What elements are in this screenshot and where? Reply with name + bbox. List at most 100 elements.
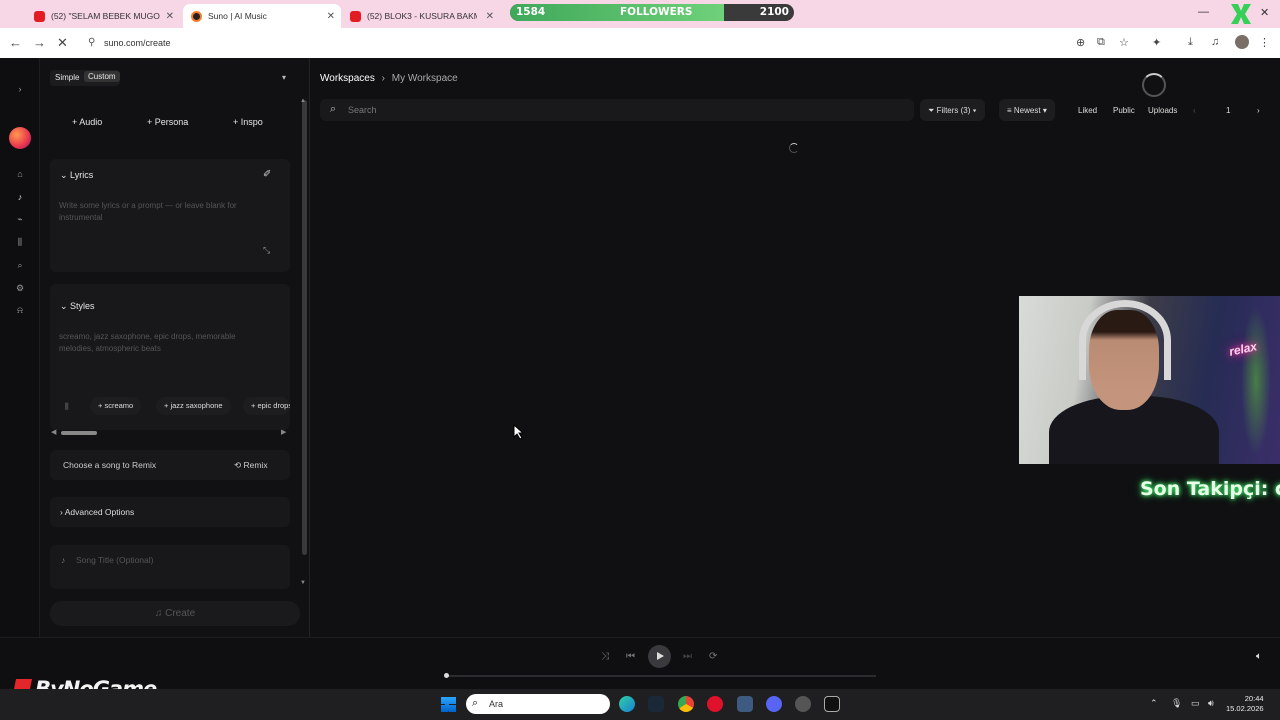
style-chip[interactable]: + screamo (90, 397, 142, 415)
user-avatar[interactable] (9, 127, 31, 149)
liked-filter[interactable]: Liked (1078, 106, 1097, 115)
shuffle-icon[interactable]: ⤨ (601, 651, 609, 662)
playback-progress[interactable] (444, 673, 876, 678)
scroll-up-icon[interactable]: ▲ (300, 98, 306, 104)
public-filter[interactable]: Public (1113, 106, 1135, 115)
app-icon[interactable] (795, 696, 811, 712)
mode-simple[interactable]: Simple (55, 73, 79, 82)
styles-input[interactable]: screamo, jazz saxophone, epic drops, mem… (59, 331, 271, 355)
bookmark-star-icon[interactable]: ☆ (1119, 36, 1129, 49)
capcut-icon[interactable] (824, 696, 840, 712)
chip-scrollbar[interactable] (61, 431, 97, 435)
minimize-icon[interactable]: — (1198, 6, 1209, 18)
back-icon[interactable]: ← (9, 35, 22, 50)
download-icon[interactable]: ⤓ (1188, 36, 1193, 49)
close-tab-icon[interactable]: ✕ (486, 11, 494, 22)
menu-icon[interactable]: ⋮ (1259, 36, 1270, 49)
taskbar-clock[interactable]: 20:44 15.02.2026 (1226, 694, 1264, 714)
steam-icon[interactable] (648, 696, 664, 712)
magic-wand-icon[interactable]: ✐ (263, 169, 271, 180)
scroll-down-icon[interactable]: ▼ (300, 580, 306, 586)
profile-avatar[interactable] (1235, 35, 1249, 49)
chevron-right-icon: › (381, 73, 385, 84)
notifications-icon[interactable]: ⍾ (14, 305, 26, 316)
scroll-left-icon[interactable]: ◀ (51, 428, 56, 436)
browser-tab[interactable]: (52) "SELAM BEBEK MUGO BEN ✕ (26, 4, 180, 28)
chrome-icon[interactable] (678, 696, 694, 712)
plus-icon: + (233, 117, 241, 127)
prev-page-icon[interactable]: ‹ (1193, 106, 1196, 115)
song-title-card: ♪ Song Title (Optional) (50, 545, 290, 589)
home-icon[interactable]: ⌂ (14, 169, 26, 179)
next-icon[interactable]: ⏭ (683, 651, 692, 662)
window-close-icon[interactable]: ✕ (1260, 6, 1269, 19)
breadcrumb-workspaces[interactable]: Workspaces (320, 73, 375, 84)
song-title-input[interactable]: Song Title (Optional) (76, 555, 153, 565)
repeat-icon[interactable]: ⟳ (709, 651, 717, 662)
expand-sidebar-icon[interactable]: › (14, 84, 26, 94)
remix-button[interactable]: ⟲ Remix (234, 460, 268, 471)
previous-icon[interactable]: ⏮ (626, 651, 635, 662)
app-icon[interactable] (737, 696, 753, 712)
network-icon[interactable]: ▭ (1191, 698, 1200, 709)
scroll-right-icon[interactable]: ▶ (281, 428, 286, 436)
uploads-filter[interactable]: Uploads (1148, 106, 1177, 115)
install-app-icon[interactable]: ⧉ (1097, 36, 1105, 49)
lyrics-input[interactable]: Write some lyrics or a prompt — or leave… (59, 200, 271, 224)
lyrics-toggle[interactable]: ⌄ Lyrics (60, 170, 93, 181)
zoom-icon[interactable]: ⊕ (1076, 36, 1085, 49)
suno-icon (191, 10, 202, 22)
advanced-options-card[interactable]: › Advanced Options (50, 497, 290, 527)
opera-icon[interactable] (707, 696, 723, 712)
media-icon[interactable]: ♫ (1211, 36, 1219, 48)
mode-custom[interactable]: Custom (84, 71, 120, 82)
style-chip-label: jazz saxophone (170, 401, 223, 410)
search-nav-icon[interactable]: ⌕ (14, 260, 26, 271)
forward-icon[interactable]: → (33, 35, 46, 50)
browser-tab-active[interactable]: Suno | AI Music ✕ (183, 4, 341, 28)
panel-scrollbar[interactable] (302, 100, 307, 555)
taskbar-search[interactable]: ⌕ Ara (466, 694, 610, 714)
play-button[interactable] (648, 645, 671, 668)
model-dropdown-icon[interactable]: ▾ (282, 73, 286, 82)
library-icon[interactable]: ⫼ (14, 237, 26, 248)
styles-toggle[interactable]: ⌄ Styles (60, 301, 95, 312)
search-input[interactable]: ⌕ Search (320, 99, 914, 121)
add-audio-button[interactable]: + Audio (72, 117, 102, 127)
extensions-icon[interactable]: ✦ (1152, 36, 1161, 49)
speaker-icon[interactable]: 🔊︎ (1208, 698, 1214, 709)
close-tab-icon[interactable]: ✕ (166, 11, 174, 22)
next-page-icon[interactable]: › (1257, 106, 1260, 115)
discord-icon[interactable] (766, 696, 782, 712)
add-persona-button[interactable]: + Persona (147, 117, 188, 127)
lyrics-title: Lyrics (70, 170, 94, 180)
music-note-icon: ♪ (61, 555, 66, 565)
style-chip[interactable]: + epic drops (243, 397, 290, 415)
remix-prompt: Choose a song to Remix (63, 460, 157, 470)
close-tab-icon[interactable]: ✕ (327, 11, 335, 22)
microphone-icon[interactable]: 🎙︎ (1171, 698, 1182, 709)
page-number[interactable]: 1 (1226, 106, 1230, 115)
mode-toggle[interactable]: Simple Custom (50, 70, 120, 86)
advanced-options-toggle[interactable]: › Advanced Options (60, 507, 134, 517)
edge-icon[interactable] (619, 696, 635, 712)
tray-expand-icon[interactable]: ⌃ (1150, 698, 1158, 709)
site-info-icon[interactable]: ⚲ (88, 37, 95, 48)
volume-icon[interactable]: 🔈︎ (1256, 651, 1262, 662)
create-button[interactable]: ♫ Create (50, 601, 300, 626)
resize-icon[interactable]: ⤡ (263, 245, 270, 256)
browser-tab[interactable]: (52) BLOK3 - KUSURA BAKMA ✕ (342, 4, 500, 28)
create-icon[interactable]: ♪ (14, 192, 26, 202)
stop-loading-icon[interactable]: ✕ (57, 35, 68, 51)
style-library-icon[interactable]: ⫼ (65, 402, 69, 412)
address-bar-row: ← → ✕ ⚲ suno.com/create ⊕ ⧉ ☆ ✦ ⤓ ♫ ⋮ (0, 28, 1280, 58)
progress-knob[interactable] (444, 673, 449, 678)
sort-button[interactable]: ≡ Newest ▾ (999, 99, 1055, 121)
explore-icon[interactable]: ⌁ (14, 214, 26, 225)
add-inspo-button[interactable]: + Inspo (233, 117, 263, 127)
url-field[interactable]: ⚲ suno.com/create (82, 32, 1140, 54)
add-audio-label: Audio (79, 117, 103, 127)
filters-button[interactable]: ⏷ Filters (3) ▾ (920, 99, 985, 121)
style-chip[interactable]: + jazz saxophone (156, 397, 231, 415)
settings-icon[interactable]: ⚙ (14, 283, 26, 294)
